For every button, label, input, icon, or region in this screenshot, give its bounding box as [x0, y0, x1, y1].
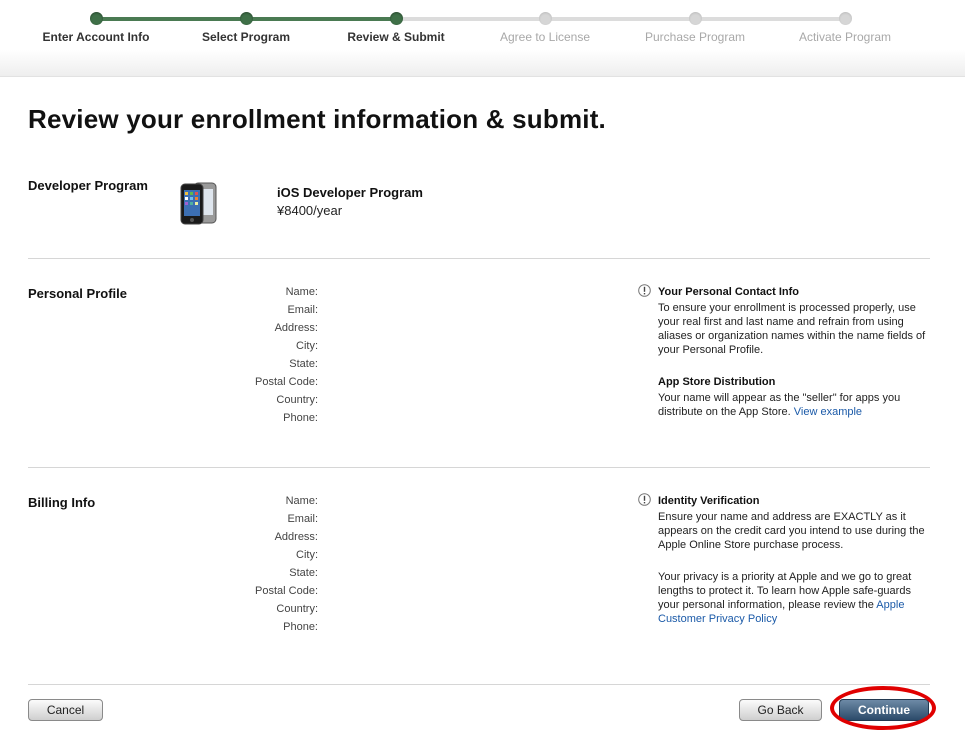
field-label-name: Name: — [285, 286, 318, 298]
personal-profile-heading: Personal Profile — [28, 286, 127, 301]
program-name: iOS Developer Program — [277, 185, 423, 200]
step-dot-purchase-program — [688, 12, 702, 25]
field-label-address: Address: — [274, 322, 318, 334]
distribution-text: Your name will appear as the "seller" fo… — [658, 392, 901, 418]
distribution-heading: App Store Distribution — [658, 376, 776, 388]
field-label-phone: Phone: — [283, 621, 318, 633]
field-label-state: State: — [289, 358, 318, 370]
step-dot-agree-to-license — [538, 12, 552, 25]
section-divider — [28, 467, 930, 468]
alert-icon — [638, 284, 651, 297]
field-label-city: City: — [296, 340, 318, 352]
billing-info-heading: Billing Info — [28, 495, 96, 510]
field-label-name: Name: — [285, 495, 318, 507]
step-dot-review-submit — [389, 12, 403, 25]
contact-info-text: To ensure your enrollment is processed p… — [658, 302, 926, 356]
field-label-country: Country: — [276, 394, 318, 406]
view-example-link[interactable]: View example — [794, 406, 862, 418]
field-label-phone: Phone: — [283, 412, 318, 424]
go-back-button[interactable]: Go Back — [739, 699, 822, 721]
step-dot-enter-account-info — [89, 12, 103, 25]
alert-icon — [638, 493, 651, 506]
step-label-review-submit: Review & Submit — [347, 30, 445, 44]
step-dot-select-program — [239, 12, 253, 25]
step-label-purchase-program: Purchase Program — [644, 30, 746, 44]
developer-program-heading: Developer Program — [28, 178, 148, 193]
privacy-text: Your privacy is a priority at Apple and … — [658, 571, 912, 611]
step-label-enter-account-info: Enter Account Info — [42, 30, 150, 44]
identity-verification-heading: Identity Verification — [658, 495, 760, 507]
field-label-postal-code: Postal Code: — [255, 585, 318, 597]
step-label-select-program: Select Program — [201, 30, 291, 44]
field-label-state: State: — [289, 567, 318, 579]
iphone-icon — [180, 182, 217, 225]
distribution-paragraph: Your name will appear as the "seller" fo… — [658, 391, 930, 419]
billing-info-notes: Identity Verification Ensure your name a… — [658, 494, 930, 626]
personal-profile-info: Your Personal Contact Info To ensure you… — [658, 285, 930, 419]
program-price: ¥8400/year — [277, 203, 343, 218]
footer-divider — [28, 684, 930, 685]
field-label-country: Country: — [276, 603, 318, 615]
page-title: Review your enrollment information & sub… — [28, 104, 606, 134]
field-label-city: City: — [296, 549, 318, 561]
identity-verification-text: Ensure your name and address are EXACTLY… — [658, 511, 925, 551]
billing-info-fields: Name: Email: Address: City: State: Posta… — [180, 492, 318, 636]
contact-info-heading: Your Personal Contact Info — [658, 286, 799, 298]
enrollment-progress-bar: Enter Account Info Select Program Review… — [0, 0, 965, 77]
field-label-email: Email: — [287, 513, 318, 525]
step-label-activate-program: Activate Program — [798, 30, 892, 44]
field-label-postal-code: Postal Code: — [255, 376, 318, 388]
privacy-paragraph: Your privacy is a priority at Apple and … — [658, 570, 930, 626]
field-label-address: Address: — [274, 531, 318, 543]
step-label-agree-to-license: Agree to License — [499, 30, 591, 44]
personal-profile-fields: Name: Email: Address: City: State: Posta… — [180, 283, 318, 427]
step-dot-activate-program — [838, 12, 852, 25]
field-label-email: Email: — [287, 304, 318, 316]
section-divider — [28, 258, 930, 259]
continue-button[interactable]: Continue — [839, 699, 929, 721]
cancel-button[interactable]: Cancel — [28, 699, 103, 721]
progress-track-incomplete — [396, 17, 845, 21]
